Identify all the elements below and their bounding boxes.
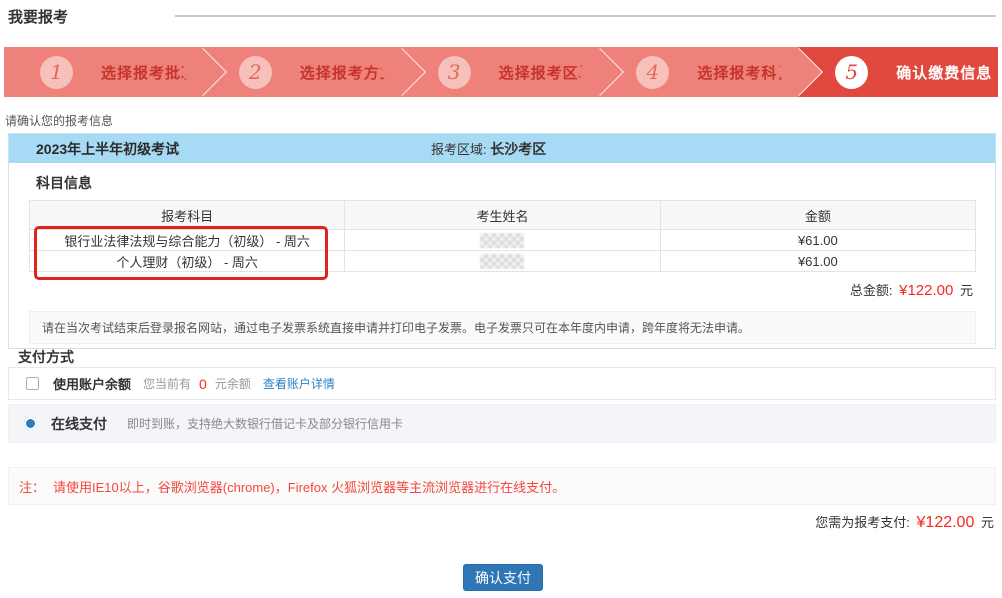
confirm-payment-button[interactable]: 确认支付: [463, 564, 543, 591]
redacted-name: [480, 233, 524, 248]
total-amount-line: 总金额: ¥122.00 元: [850, 280, 973, 299]
payment-section-title: 支付方式: [18, 347, 74, 367]
step-2-label: 选择报考方式: [300, 62, 396, 83]
step-progress-bar: 1 选择报考批次 2 选择报考方式 3 选择报考区域 4 选择报考科目 5 确认…: [4, 47, 998, 97]
invoice-note: 请在当次考试结束后登录报名网站，通过电子发票系统直接申请并打印电子发票。电子发票…: [29, 311, 976, 344]
candidate-name-cell: [345, 251, 660, 272]
note-text: 请使用IE10以上，谷歌浏览器(chrome)，Firefox 火狐浏览器等主流…: [53, 477, 565, 496]
step-5-confirm-payment: 5 确认缴费信息: [799, 47, 998, 97]
online-payment-label[interactable]: 在线支付: [51, 414, 107, 434]
exam-region-label: 报考区域:: [431, 142, 487, 157]
total-label: 总金额:: [850, 283, 893, 298]
note-prefix: 注：: [19, 477, 45, 496]
amount-cell: ¥61.00: [660, 251, 975, 272]
step-2-number: 2: [239, 56, 272, 89]
browser-requirement-note: 注： 请使用IE10以上，谷歌浏览器(chrome)，Firefox 火狐浏览器…: [8, 467, 996, 505]
balance-checkbox[interactable]: [26, 377, 39, 390]
registration-payment-page: 我要报考 1 选择报考批次 2 选择报考方式 3 选择报考区域 4 选择报考科目…: [0, 0, 1002, 598]
title-divider: [175, 15, 996, 17]
page-title: 我要报考: [8, 6, 68, 27]
balance-value: 0: [199, 376, 207, 392]
step-1-number: 1: [40, 56, 73, 89]
confirm-info-hint: 请确认您的报考信息: [5, 112, 113, 129]
balance-payment-option[interactable]: 使用账户余额 您当前有 0 元余额 查看账户详情: [8, 367, 996, 400]
step-4-number: 4: [636, 56, 669, 89]
step-4-select-subjects: 4 选择报考科目: [600, 47, 799, 97]
step-1-label: 选择报考批次: [101, 62, 197, 83]
online-payment-radio[interactable]: [24, 417, 37, 430]
summary-label: 您需为报考支付:: [815, 515, 910, 530]
step-3-select-region: 3 选择报考区域: [402, 47, 601, 97]
exam-batch-title: 2023年上半年初级考试: [36, 139, 179, 159]
balance-option-label[interactable]: 使用账户余额: [53, 374, 131, 393]
table-row: 银行业法律法规与综合能力（初级） - 周六 ¥61.00: [30, 230, 976, 251]
exam-region: 报考区域: 长沙考区: [431, 139, 546, 159]
subject-table: 报考科目 考生姓名 金额 银行业法律法规与综合能力（初级） - 周六 ¥61.0…: [29, 200, 976, 272]
step-1-select-batch: 1 选择报考批次: [4, 47, 203, 97]
step-5-label: 确认缴费信息: [896, 62, 992, 83]
exam-region-value: 长沙考区: [490, 141, 546, 157]
balance-prefix: 您当前有: [143, 375, 191, 392]
exam-batch-header: 2023年上半年初级考试 报考区域: 长沙考区: [9, 134, 995, 163]
summary-amount: ¥122.00: [917, 514, 975, 531]
subject-section-title: 科目信息: [36, 173, 92, 193]
col-header-candidate-name: 考生姓名: [345, 201, 660, 230]
step-2-select-method: 2 选择报考方式: [203, 47, 402, 97]
step-4-label: 选择报考科目: [697, 62, 793, 83]
candidate-name-cell: [345, 230, 660, 251]
redacted-name: [480, 254, 524, 269]
balance-suffix: 元余额: [215, 375, 251, 392]
step-5-number: 5: [835, 56, 868, 89]
online-payment-desc: 即时到账，支持绝大数银行借记卡及部分银行信用卡: [127, 415, 403, 432]
subject-cell: 个人理财（初级） - 周六: [30, 251, 345, 272]
online-payment-option[interactable]: 在线支付 即时到账，支持绝大数银行借记卡及部分银行信用卡: [8, 404, 996, 443]
table-header-row: 报考科目 考生姓名 金额: [30, 201, 976, 230]
total-unit: 元: [960, 283, 973, 298]
total-amount: ¥122.00: [899, 282, 953, 299]
step-3-label: 选择报考区域: [499, 62, 595, 83]
table-row: 个人理财（初级） - 周六 ¥61.00: [30, 251, 976, 272]
view-account-details-link[interactable]: 查看账户详情: [263, 375, 335, 392]
exam-info-panel: 2023年上半年初级考试 报考区域: 长沙考区 科目信息 报考科目 考生姓名 金…: [8, 133, 996, 349]
summary-unit: 元: [981, 515, 994, 530]
amount-cell: ¥61.00: [660, 230, 975, 251]
col-header-subject: 报考科目: [30, 201, 345, 230]
step-3-number: 3: [438, 56, 471, 89]
subject-cell: 银行业法律法规与综合能力（初级） - 周六: [30, 230, 345, 251]
payment-summary: 您需为报考支付: ¥122.00 元: [815, 512, 994, 532]
col-header-amount: 金额: [660, 201, 975, 230]
